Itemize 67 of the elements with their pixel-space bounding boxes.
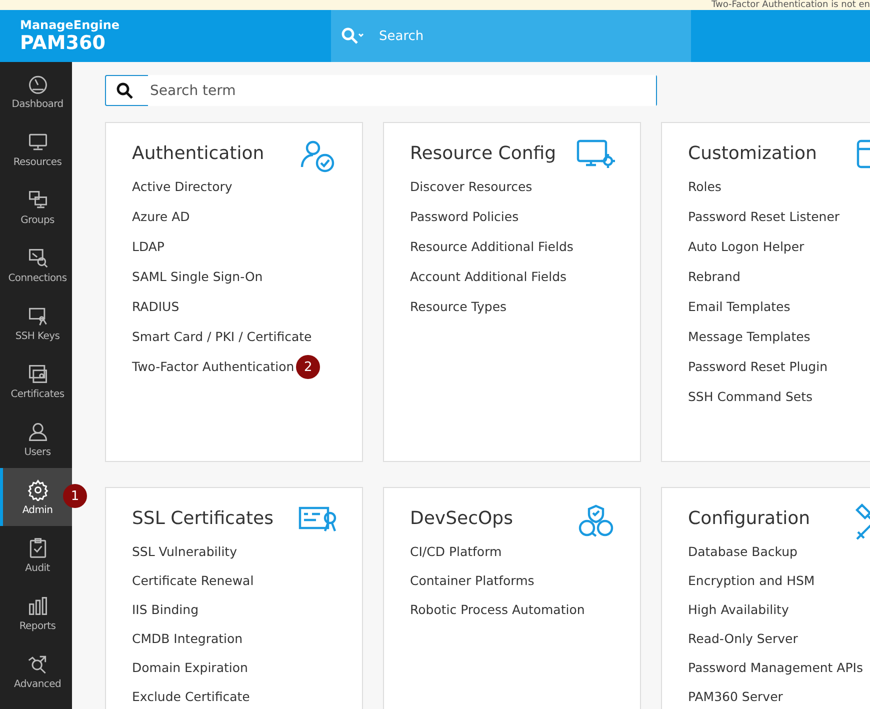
settings-link[interactable]: Container Platforms bbox=[410, 566, 534, 595]
sidebar-item[interactable]: Connections bbox=[0, 236, 72, 294]
settings-link[interactable]: Discover Resources bbox=[410, 172, 532, 202]
sidebar-item[interactable]: Groups bbox=[0, 178, 72, 236]
settings-link[interactable]: Roles bbox=[688, 172, 722, 202]
product-name: PAM360 bbox=[20, 32, 106, 54]
step-badge: 1 bbox=[63, 484, 87, 508]
settings-link[interactable]: SSH Command Sets bbox=[688, 382, 812, 412]
step-badge: 2 bbox=[296, 355, 320, 379]
settings-link[interactable]: CI/CD Platform bbox=[410, 537, 502, 566]
settings-link[interactable]: Account Additional Fields bbox=[410, 262, 567, 292]
sidebar-item[interactable]: SSH Keys bbox=[0, 294, 72, 352]
settings-link[interactable]: RADIUS bbox=[132, 292, 180, 322]
card-title: SSL Certificates bbox=[132, 508, 274, 529]
sidebar-item-icon bbox=[26, 188, 48, 210]
settings-link[interactable]: CMDB Integration bbox=[132, 624, 243, 653]
settings-link[interactable]: SSL Vulnerability bbox=[132, 537, 237, 566]
settings-link[interactable]: Two-Factor Authentication bbox=[132, 352, 294, 382]
settings-link[interactable]: Resource Additional Fields bbox=[410, 232, 574, 262]
settings-link[interactable]: LDAP bbox=[132, 232, 164, 262]
settings-link[interactable]: Password Reset Listener bbox=[688, 202, 840, 232]
card-title: Resource Config bbox=[410, 143, 556, 164]
sidebar-item-icon bbox=[26, 594, 48, 616]
settings-link[interactable]: Password Management APIs bbox=[688, 653, 863, 682]
settings-link[interactable]: Database Backup bbox=[688, 537, 798, 566]
settings-link[interactable]: Encryption and HSM bbox=[688, 566, 815, 595]
settings-link[interactable]: PAM360 Server bbox=[688, 682, 783, 709]
sidebar-item-icon bbox=[26, 478, 48, 500]
settings-link[interactable]: Email Templates bbox=[688, 292, 790, 322]
settings-link[interactable]: Exclude Certificate bbox=[132, 682, 250, 709]
settings-link[interactable]: Read-Only Server bbox=[688, 624, 798, 653]
settings-link[interactable]: Resource Types bbox=[410, 292, 507, 322]
settings-link[interactable]: Password Reset Plugin bbox=[688, 352, 828, 382]
settings-link[interactable]: Active Directory bbox=[132, 172, 232, 202]
settings-link[interactable]: Message Templates bbox=[688, 322, 810, 352]
sidebar-item[interactable]: Resources bbox=[0, 120, 72, 178]
settings-link[interactable]: Azure AD bbox=[132, 202, 190, 232]
sidebar-item-icon bbox=[26, 420, 48, 442]
sidebar-item-icon bbox=[26, 246, 48, 268]
sidebar-item[interactable]: Certificates bbox=[0, 352, 72, 410]
brand-name: ManageEngine bbox=[20, 18, 120, 32]
settings-link[interactable]: Robotic Process Automation bbox=[410, 595, 585, 624]
search-icon bbox=[116, 82, 134, 100]
search-icon bbox=[341, 27, 365, 45]
settings-link[interactable]: Rebrand bbox=[688, 262, 740, 292]
sidebar-item[interactable]: Audit bbox=[0, 526, 72, 584]
settings-link[interactable]: Smart Card / PKI / Certificate bbox=[132, 322, 312, 352]
settings-link[interactable]: Auto Logon Helper bbox=[688, 232, 804, 262]
sidebar-item[interactable]: Admin bbox=[0, 468, 72, 526]
sidebar-item-icon bbox=[26, 362, 48, 384]
card-title: Configuration bbox=[688, 508, 810, 529]
settings-link[interactable]: IIS Binding bbox=[132, 595, 199, 624]
global-search-bar[interactable]: Search bbox=[331, 10, 691, 62]
settings-link[interactable]: Domain Expiration bbox=[132, 653, 248, 682]
card-title: Customization bbox=[688, 143, 817, 164]
sidebar-item[interactable]: Reports bbox=[0, 584, 72, 642]
card-title: DevSecOps bbox=[410, 508, 513, 529]
notice-text: Two-Factor Authentication is not en bbox=[711, 0, 870, 10]
settings-link[interactable]: Certificate Renewal bbox=[132, 566, 254, 595]
sidebar-item[interactable]: Dashboard bbox=[0, 62, 72, 120]
global-search-field[interactable]: Search bbox=[377, 9, 691, 63]
sidebar-item[interactable]: Advanced bbox=[0, 642, 72, 700]
sidebar-item[interactable]: Users bbox=[0, 410, 72, 468]
card-title: Authentication bbox=[132, 143, 264, 164]
settings-link[interactable]: SAML Single Sign-On bbox=[132, 262, 263, 292]
settings-link[interactable]: Password Policies bbox=[410, 202, 519, 232]
settings-link[interactable]: High Availability bbox=[688, 595, 789, 624]
